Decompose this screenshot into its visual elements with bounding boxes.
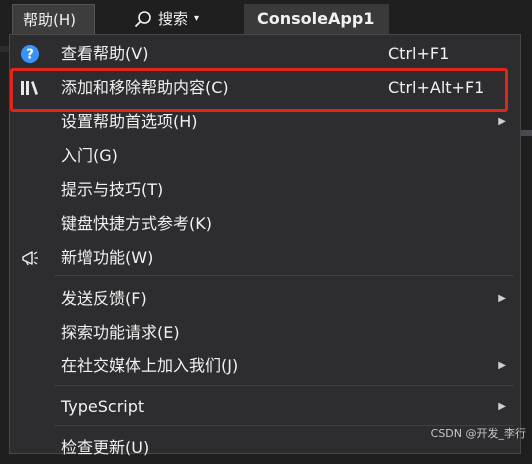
menu-item-label: 查看帮助(V) (61, 44, 149, 63)
menu-separator (54, 385, 514, 386)
menu-item-getting-started[interactable]: 入门(G) (10, 139, 520, 172)
search-icon (134, 11, 151, 28)
menu-item-label: TypeScript (61, 397, 145, 416)
menu-item-send-feedback[interactable]: 发送反馈(F) ▶ (10, 282, 520, 315)
chevron-right-icon: ▶ (498, 293, 506, 304)
menu-bar: 帮助(H) 搜索 ▾ ConsoleApp1 (0, 0, 532, 38)
menu-item-label: 探索功能请求(E) (61, 323, 180, 342)
menu-item-tips-and-tricks[interactable]: 提示与技巧(T) (10, 173, 520, 206)
menu-item-label: 在社交媒体上加入我们(J) (61, 356, 239, 375)
menu-item-label: 键盘快捷方式参考(K) (61, 214, 212, 233)
chevron-right-icon: ▶ (498, 401, 506, 412)
chevron-down-icon: ▾ (194, 13, 200, 24)
help-menu[interactable]: 帮助(H) (12, 4, 95, 34)
menu-item-label: 新增功能(W) (61, 248, 154, 267)
menu-item-join-social-media[interactable]: 在社交媒体上加入我们(J) ▶ (10, 349, 520, 382)
search-label: 搜索 (158, 10, 189, 28)
menu-item-label: 提示与技巧(T) (61, 180, 164, 199)
svg-text:?: ? (26, 48, 34, 63)
menu-item-view-help[interactable]: ? 查看帮助(V) Ctrl+F1 (10, 37, 520, 70)
help-circle-icon: ? (21, 45, 39, 63)
project-name[interactable]: ConsoleApp1 (244, 4, 389, 34)
search-box[interactable]: 搜索 ▾ (128, 4, 220, 34)
megaphone-icon (22, 251, 38, 266)
menu-item-shortcut: Ctrl+F1 (388, 44, 450, 63)
chevron-right-icon: ▶ (498, 360, 506, 371)
background-strip (0, 46, 9, 52)
menu-item-label: 入门(G) (61, 146, 118, 165)
background-strip (521, 130, 532, 136)
menu-item-label: 发送反馈(F) (61, 289, 147, 308)
menu-item-label: 检查更新(U) (61, 438, 150, 457)
menu-item-keyboard-shortcuts[interactable]: 键盘快捷方式参考(K) (10, 207, 520, 240)
highlight-annotation-box (10, 68, 508, 112)
menu-item-explore-feature-requests[interactable]: 探索功能请求(E) (10, 316, 520, 349)
menu-item-whats-new[interactable]: 新增功能(W) (10, 241, 520, 274)
watermark: CSDN @开发_李行 (430, 427, 526, 440)
menu-item-typescript[interactable]: TypeScript ▶ (10, 390, 520, 423)
menu-separator (54, 275, 514, 276)
